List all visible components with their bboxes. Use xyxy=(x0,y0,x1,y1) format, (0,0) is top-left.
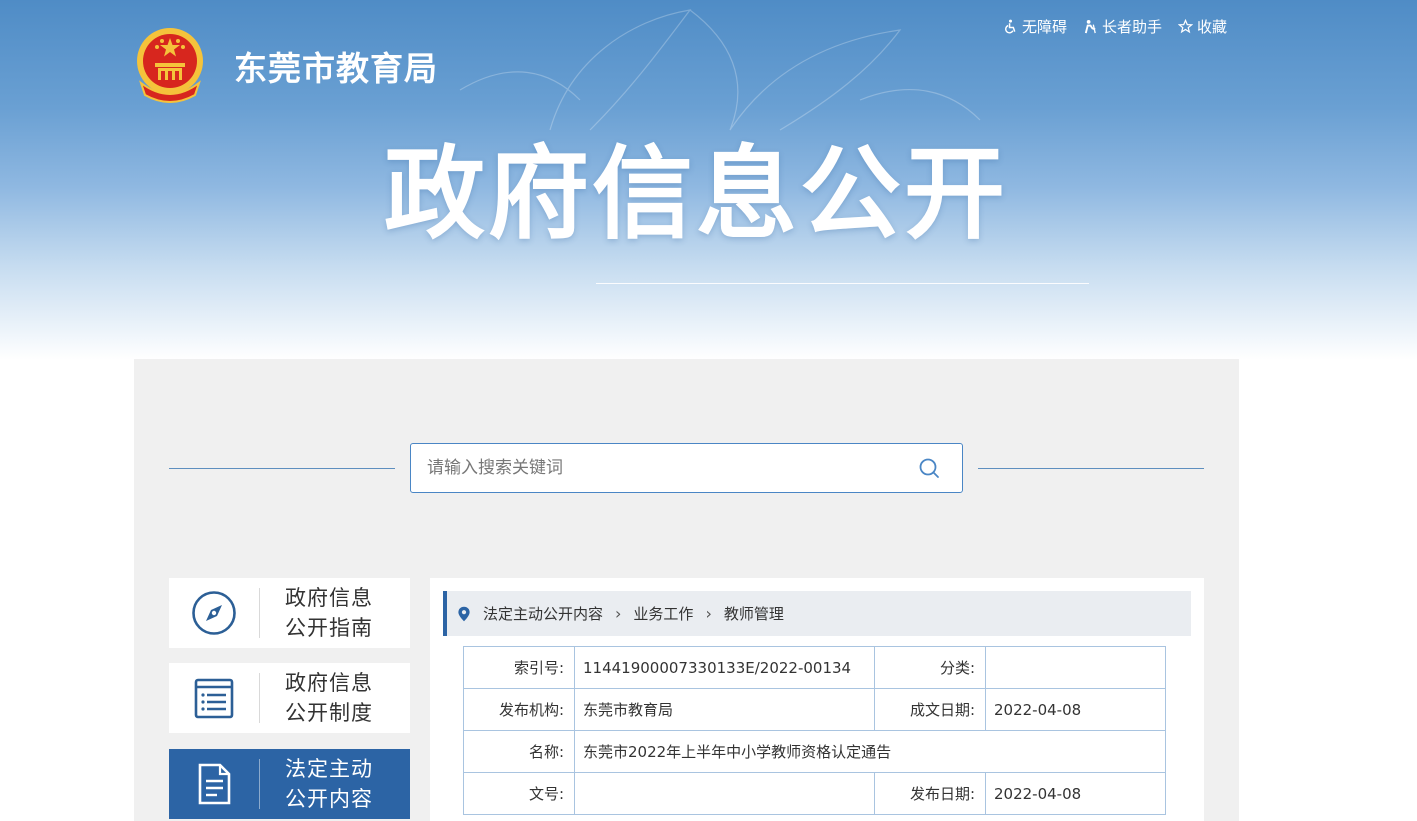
sidebar-label-line2: 公开内容 xyxy=(285,787,373,811)
sidebar-item-label: 法定主动 公开内容 xyxy=(285,754,373,814)
sidebar-label-line1: 法定主动 xyxy=(285,757,373,781)
sidebar-icon-wrap xyxy=(169,663,259,733)
compass-icon xyxy=(192,591,236,635)
banner-title: 政府信息公开 xyxy=(384,135,1009,253)
sidebar-label-line1: 政府信息 xyxy=(285,671,373,695)
written-date-label: 成文日期: xyxy=(874,688,986,731)
search-divider-left xyxy=(169,468,395,469)
favorite-label: 收藏 xyxy=(1197,18,1228,36)
publish-date-label: 发布日期: xyxy=(874,772,986,815)
header-tools: 无障碍 长者助手 收藏 xyxy=(1003,16,1227,37)
document-meta-table: 索引号: 11441900007330133E/2022-00134 分类: 发… xyxy=(463,646,1166,815)
category-value xyxy=(985,646,1166,689)
magnolia-decoration xyxy=(459,9,981,131)
elder-helper-label: 长者助手 xyxy=(1102,18,1163,36)
wheelchair-icon xyxy=(1005,19,1016,34)
breadcrumb-item-teacher[interactable]: 教师管理 xyxy=(724,603,784,624)
chevron-right-icon: › xyxy=(705,604,712,623)
document-list-icon xyxy=(194,678,234,719)
chevron-right-icon: › xyxy=(615,604,622,623)
search-box xyxy=(410,443,963,493)
sidebar-icon-wrap xyxy=(169,749,259,819)
elder-helper-button[interactable]: 长者助手 xyxy=(1083,16,1162,37)
sidebar-item-statutory-content[interactable]: 法定主动 公开内容 xyxy=(169,749,410,819)
file-text-icon xyxy=(198,763,231,805)
written-date-value: 2022-04-08 xyxy=(985,688,1166,731)
search-input[interactable] xyxy=(411,444,911,492)
publisher-value: 东莞市教育局 xyxy=(574,688,875,731)
sidebar-item-guide[interactable]: 政府信息 公开指南 xyxy=(169,578,410,648)
doc-number-value xyxy=(574,772,875,815)
name-label: 名称: xyxy=(463,730,575,773)
sidebar-label-line2: 公开制度 xyxy=(285,701,373,725)
table-row: 索引号: 11441900007330133E/2022-00134 分类: xyxy=(463,646,1166,689)
location-pin-icon xyxy=(458,606,470,621)
favorite-button[interactable]: 收藏 xyxy=(1178,16,1227,37)
sidebar-separator xyxy=(259,759,260,809)
search-divider-right xyxy=(978,468,1204,469)
breadcrumb-item-statutory[interactable]: 法定主动公开内容 xyxy=(483,603,603,624)
star-icon xyxy=(1178,19,1194,34)
index-label: 索引号: xyxy=(463,646,575,689)
accessibility-label: 无障碍 xyxy=(1022,18,1068,36)
sidebar-separator xyxy=(259,588,260,638)
header-banner: 东莞市教育局 无障碍 长者助手 收藏 政府信息公开 xyxy=(0,0,1417,360)
table-row: 文号: 发布日期: 2022-04-08 xyxy=(463,772,1166,815)
site-name[interactable]: 东莞市教育局 xyxy=(234,42,438,90)
category-label: 分类: xyxy=(874,646,986,689)
sidebar-label-line1: 政府信息 xyxy=(285,586,373,610)
index-value: 11441900007330133E/2022-00134 xyxy=(574,646,875,689)
national-emblem-icon xyxy=(137,28,203,103)
publish-date-value: 2022-04-08 xyxy=(985,772,1166,815)
search-icon[interactable] xyxy=(918,457,940,479)
publisher-label: 发布机构: xyxy=(463,688,575,731)
table-row: 发布机构: 东莞市教育局 成文日期: 2022-04-08 xyxy=(463,688,1166,731)
sidebar-item-label: 政府信息 公开指南 xyxy=(285,583,373,643)
sidebar-label-line2: 公开指南 xyxy=(285,616,373,640)
sidebar-item-system[interactable]: 政府信息 公开制度 xyxy=(169,663,410,733)
breadcrumb: 法定主动公开内容 › 业务工作 › 教师管理 xyxy=(443,591,1191,636)
sidebar-icon-wrap xyxy=(169,578,259,648)
elder-helper-icon xyxy=(1084,19,1096,34)
breadcrumb-item-business[interactable]: 业务工作 xyxy=(633,603,693,624)
table-row: 名称: 东莞市2022年上半年中小学教师资格认定通告 xyxy=(463,730,1166,773)
doc-number-label: 文号: xyxy=(463,772,575,815)
sidebar-item-label: 政府信息 公开制度 xyxy=(285,668,373,728)
accessibility-button[interactable]: 无障碍 xyxy=(1003,16,1067,37)
banner-divider xyxy=(596,283,1089,284)
sidebar-separator xyxy=(259,673,260,723)
name-value: 东莞市2022年上半年中小学教师资格认定通告 xyxy=(574,730,1166,773)
